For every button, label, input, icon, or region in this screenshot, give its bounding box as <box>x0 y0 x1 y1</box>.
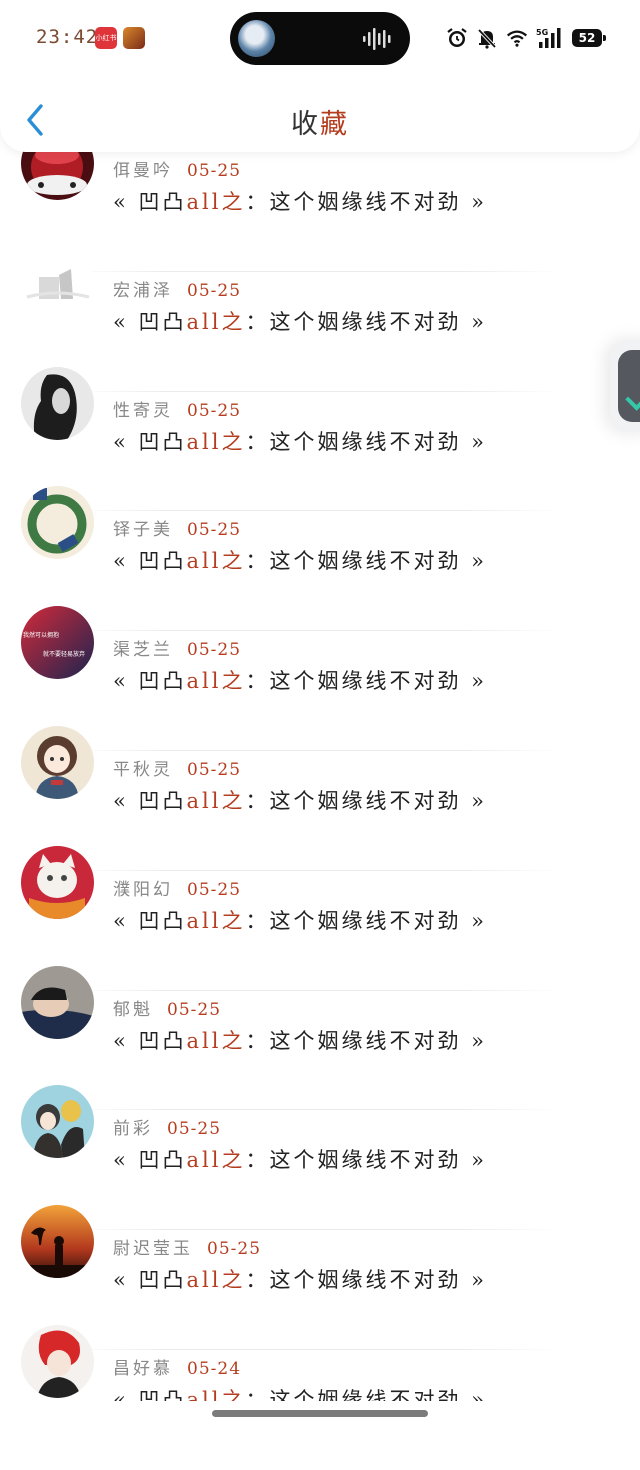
item-author-name: 昌好慕 <box>113 1358 173 1379</box>
battery-level: 52 <box>578 31 596 45</box>
item-date: 05-25 <box>187 640 242 661</box>
home-indicator[interactable] <box>212 1410 428 1417</box>
svg-text:5G: 5G <box>536 28 548 37</box>
list-item[interactable]: 郁魁 05-25 « 凹凸all之：这个姻缘线不对劲 » <box>0 965 640 1111</box>
item-date: 05-25 <box>187 520 242 541</box>
page-title-part1: 收 <box>291 109 320 140</box>
list-item[interactable]: 平秋灵 05-25 « 凹凸all之：这个姻缘线不对劲 » <box>0 725 640 871</box>
game-app-icon <box>123 27 145 49</box>
item-author-name: 渠芝兰 <box>113 640 173 661</box>
wifi-icon <box>506 27 528 49</box>
gradient-quote-avatar-icon: 我然可以拥抱 就不要轻易放弃 <box>21 606 94 680</box>
item-date: 05-25 <box>167 999 222 1020</box>
xiaohongshu-app-icon: 小红书 <box>95 27 117 49</box>
item-date: 05-25 <box>187 400 242 421</box>
item-author-name: 郁魁 <box>113 999 153 1020</box>
avatar[interactable] <box>21 1205 94 1279</box>
page-title-part2: 藏 <box>320 109 349 140</box>
floating-assistant-button[interactable] <box>610 340 640 432</box>
item-author-name: 铎子美 <box>113 520 173 541</box>
sketch-building-avatar-icon <box>21 246 94 320</box>
item-date: 05-25 <box>187 280 242 301</box>
signal-5g-icon: 5G <box>536 27 564 49</box>
avatar[interactable] <box>21 1324 94 1398</box>
item-book-title[interactable]: « 凹凸all之：这个姻缘线不对劲 » <box>113 1025 487 1055</box>
bw-portrait-avatar-icon <box>21 366 94 440</box>
item-book-title[interactable]: « 凹凸all之：这个姻缘线不对劲 » <box>113 905 487 935</box>
status-time: 23:42 <box>36 26 99 48</box>
item-date: 05-25 <box>187 879 242 900</box>
item-author-name: 宏浦泽 <box>113 280 173 301</box>
avatar-text-1: 我然可以拥抱 <box>23 631 59 639</box>
item-author-name: 平秋灵 <box>113 759 173 780</box>
avatar[interactable] <box>21 366 94 440</box>
avatar[interactable] <box>21 845 94 919</box>
favorites-list: 佴曼吟 05-25 « 凹凸all之：这个姻缘线不对劲 » 宏浦泽 05-25 « … <box>0 127 640 1470</box>
list-item[interactable]: 性寄灵 05-25 « 凹凸all之：这个姻缘线不对劲 » <box>0 366 640 512</box>
red-hair-anime-avatar-icon <box>21 1324 94 1398</box>
audio-wave-icon <box>363 28 391 50</box>
avatar[interactable] <box>21 1085 94 1159</box>
list-item[interactable]: 宏浦泽 05-25 « 凹凸all之：这个姻缘线不对劲 » <box>0 246 640 392</box>
item-book-title[interactable]: « 凹凸all之：这个姻缘线不对劲 » <box>113 665 487 695</box>
item-book-title[interactable]: « 凹凸all之：这个姻缘线不对劲 » <box>113 545 487 575</box>
battery-icon: 52 <box>572 29 606 47</box>
list-item[interactable]: 我然可以拥抱 就不要轻易放弃 渠芝兰 05-25 « 凹凸all之：这个姻缘线不对… <box>0 606 640 751</box>
item-date: 05-25 <box>187 759 242 780</box>
page-title: 收藏 <box>0 102 640 141</box>
avatar[interactable] <box>21 725 94 799</box>
list-item[interactable]: 前彩 05-25 « 凹凸all之：这个姻缘线不对劲 » <box>0 1085 640 1231</box>
item-date: 05-25 <box>207 1239 262 1260</box>
alarm-icon <box>446 27 468 49</box>
avatar[interactable] <box>21 486 94 560</box>
sleeping-person-avatar-icon <box>21 965 94 1039</box>
dynamic-island[interactable] <box>230 12 410 65</box>
xiaohongshu-app-label: 小红书 <box>95 34 117 42</box>
avatar[interactable] <box>21 246 94 320</box>
status-icons: 5G 52 <box>446 24 606 52</box>
item-book-title[interactable]: « 凹凸all之：这个姻缘线不对劲 » <box>113 1264 487 1294</box>
item-author-name: 濮阳幻 <box>113 879 173 900</box>
list-item[interactable]: 尉迟莹玉 05-25 « 凹凸all之：这个姻缘线不对劲 » <box>0 1205 640 1350</box>
item-date: 05-24 <box>187 1358 242 1379</box>
item-author-name: 尉迟莹玉 <box>113 1239 193 1260</box>
item-author-name: 佴曼吟 <box>113 161 173 181</box>
item-book-title[interactable]: « 凹凸all之：这个姻缘线不对劲 » <box>113 306 487 336</box>
item-book-title[interactable]: « 凹凸all之：这个姻缘线不对劲 » <box>113 426 487 456</box>
avatar[interactable]: 我然可以拥抱 就不要轻易放弃 <box>21 606 94 680</box>
now-playing-cover-icon <box>238 20 275 57</box>
item-date: 05-25 <box>167 1119 222 1140</box>
anime-girl-avatar-icon <box>21 725 94 799</box>
item-author-name: 性寄灵 <box>113 400 173 421</box>
item-book-title[interactable]: « 凹凸all之：这个姻缘线不对劲 » <box>113 186 487 216</box>
list-item[interactable]: 铎子美 05-25 « 凹凸all之：这个姻缘线不对劲 » <box>0 486 640 632</box>
item-book-title[interactable]: « 凹凸all之：这个姻缘线不对劲 » <box>113 1144 487 1174</box>
app-header: 23:42 小红书 5G 52 收藏 <box>0 0 640 152</box>
list-item[interactable]: 濮阳幻 05-25 « 凹凸all之：这个姻缘线不对劲 » <box>0 845 640 991</box>
anime-pair-avatar-icon <box>21 1085 94 1159</box>
cat-scarf-avatar-icon <box>21 845 94 919</box>
status-bar: 23:42 小红书 5G 52 <box>0 0 640 80</box>
avatar[interactable] <box>21 965 94 1039</box>
item-author-name: 前彩 <box>113 1119 153 1140</box>
mute-bell-icon <box>476 27 498 49</box>
list-item[interactable]: 佴曼吟 05-25 « 凹凸all之：这个姻缘线不对劲 » <box>0 127 640 272</box>
avatar-text-2: 就不要轻易放弃 <box>43 650 85 658</box>
item-date: 05-25 <box>187 161 242 181</box>
item-book-title[interactable]: « 凹凸all之：这个姻缘线不对劲 » <box>113 785 487 815</box>
sunset-silhouette-avatar-icon <box>21 1205 94 1279</box>
green-wreath-avatar-icon <box>21 486 94 560</box>
